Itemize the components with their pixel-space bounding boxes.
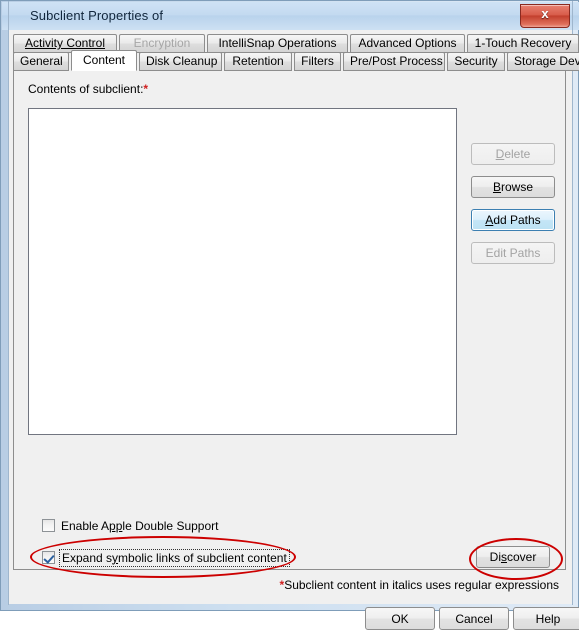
tab-general[interactable]: General bbox=[13, 52, 69, 71]
tab-1-touch-recovery[interactable]: 1-Touch Recovery bbox=[467, 34, 579, 53]
tab-pre-post-process[interactable]: Pre/Post Process bbox=[343, 52, 445, 71]
help-button[interactable]: Help bbox=[513, 607, 579, 630]
add-paths-button[interactable]: Add Paths bbox=[471, 209, 555, 231]
edit-paths-button-label: Edit Paths bbox=[485, 246, 541, 260]
add-paths-button-label: dd Paths bbox=[493, 213, 541, 227]
tab-filters[interactable]: Filters bbox=[294, 52, 341, 71]
contents-label-text: Contents of subclient: bbox=[28, 82, 144, 96]
tab-storage-device[interactable]: Storage Device bbox=[507, 52, 579, 71]
window-title: Subclient Properties of bbox=[30, 8, 164, 23]
delete-button-label: elete bbox=[504, 147, 531, 161]
subclient-content-listbox[interactable] bbox=[28, 108, 457, 435]
dialog-window: Subclient Properties of x Activity Contr… bbox=[0, 0, 579, 630]
footnote-text: Subclient content in italics uses regula… bbox=[284, 578, 559, 592]
discover-button-label-before: Di bbox=[489, 550, 501, 564]
tab-row-bottom: General Content Disk Cleanup Retention F… bbox=[13, 50, 579, 71]
italics-regex-footnote: *Subclient content in italics uses regul… bbox=[280, 578, 559, 592]
close-button[interactable]: x bbox=[520, 4, 570, 28]
tab-disk-cleanup[interactable]: Disk Cleanup bbox=[139, 52, 222, 71]
ok-button[interactable]: OK bbox=[365, 607, 435, 630]
enable-apple-double-support-label: Enable Apple Double Support bbox=[61, 518, 219, 533]
tab-security[interactable]: Security bbox=[447, 52, 505, 71]
close-icon: x bbox=[541, 6, 549, 21]
delete-button-mnemonic: D bbox=[495, 147, 505, 161]
expand-symbolic-links-checkbox[interactable]: Expand symbolic links of subclient conte… bbox=[42, 548, 290, 567]
cancel-button[interactable]: Cancel bbox=[439, 607, 509, 630]
tab-retention[interactable]: Retention bbox=[224, 52, 292, 71]
tab-intellisnap-operations[interactable]: IntelliSnap Operations bbox=[207, 34, 348, 53]
contents-of-subclient-label: Contents of subclient:* bbox=[28, 82, 148, 96]
required-asterisk: * bbox=[143, 82, 149, 96]
discover-button[interactable]: Discover bbox=[476, 546, 550, 568]
delete-button: Delete bbox=[471, 143, 555, 165]
browse-button-mnemonic: B bbox=[492, 180, 501, 194]
checkbox-box-apple-double[interactable] bbox=[42, 519, 55, 533]
browse-button[interactable]: Browse bbox=[471, 176, 555, 198]
tab-content[interactable]: Content bbox=[71, 50, 137, 71]
tab-advanced-options[interactable]: Advanced Options bbox=[350, 34, 465, 53]
discover-button-label-after: cover bbox=[507, 550, 537, 564]
title-bar: Subclient Properties of x bbox=[2, 2, 579, 30]
checkbox-box-expand-symlinks[interactable] bbox=[42, 551, 55, 565]
enable-apple-double-support-checkbox[interactable]: Enable Apple Double Support bbox=[42, 518, 218, 534]
browse-button-label: rowse bbox=[501, 180, 534, 194]
edit-paths-button: Edit Paths bbox=[471, 242, 555, 264]
expand-symbolic-links-label: Expand symbolic links of subclient conte… bbox=[59, 548, 290, 567]
dialog-client-area: Activity Control Encryption IntelliSnap … bbox=[9, 30, 579, 630]
